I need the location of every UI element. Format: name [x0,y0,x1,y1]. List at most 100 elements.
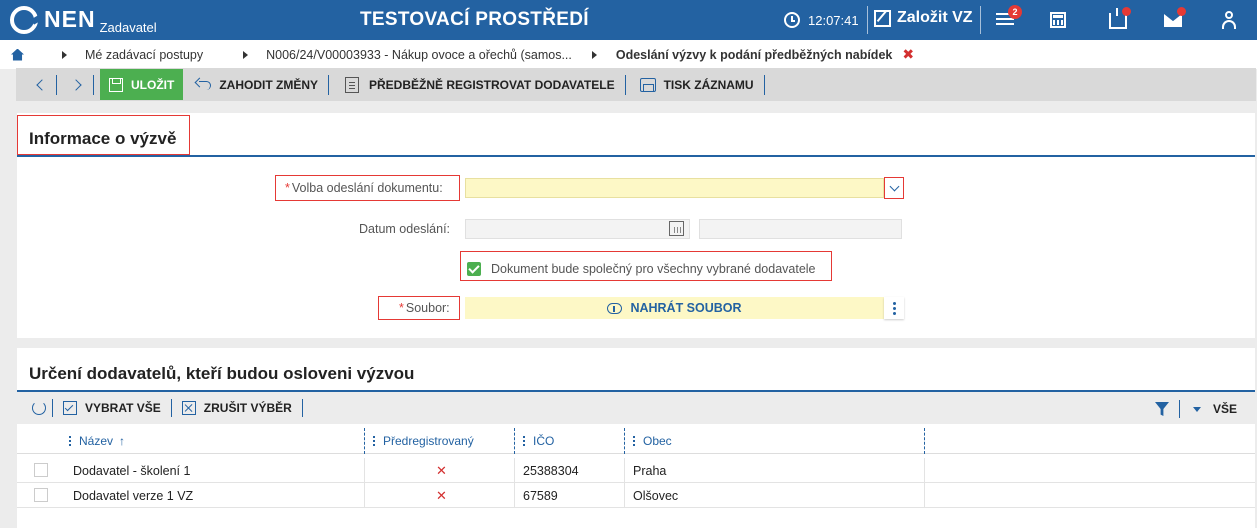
breadcrumb-item-procedures[interactable]: Mé zadávací postupy [85,48,203,62]
column-header-preregistered[interactable]: Předregistrovaný [373,428,474,454]
divider [867,6,868,34]
preregister-suppliers-button[interactable]: PŘEDBĚŽNĚ REGISTROVAT DODAVATELE [333,76,621,93]
chevron-down-icon [889,181,899,191]
cell-city: Praha [633,464,667,478]
breadcrumb: Mé zadávací postupy N006/24/V00003933 - … [0,40,1257,69]
back-button[interactable] [28,73,52,97]
suppliers-panel-title: Určení dodavatelů, kteří budou osloveni … [29,364,415,383]
column-header-city[interactable]: Obec [633,428,672,454]
divider [301,399,303,417]
view-all-button[interactable]: VŠE [1193,402,1237,416]
cell-city: Olšovec [633,489,679,503]
nen-logo[interactable]: NEN Zadavatel [10,6,157,35]
grid-header: Název ↑ Předregistrovaný IČO Obec [17,428,1255,454]
unselect-icon [181,401,196,415]
panel-divider [17,155,1255,157]
select-all-button[interactable]: VYBRAT VŠE [59,401,165,415]
print-label: TISK ZÁZNAMU [663,77,754,92]
cell-divider [514,458,515,483]
select-all-icon [63,401,77,415]
column-menu-icon[interactable] [373,435,375,447]
upload-file-button[interactable]: NAHRÁT SOUBOR [465,297,884,319]
environment-title: TESTOVACÍ PROSTŘEDÍ [360,9,589,30]
grid-toolbar: VYBRAT VŠE ZRUŠIT VÝBĚR VŠE [17,392,1255,424]
calculator-icon[interactable] [1047,10,1069,30]
action-toolbar: ULOŽIT ZAHODIT ZMĚNY PŘEDBĚŽNĚ REGISTROV… [16,68,1256,101]
not-preregistered-icon: ✕ [436,488,447,503]
chevron-left-icon [35,78,48,91]
file-label: * Soubor: [399,301,450,315]
calendar-icon[interactable] [669,221,684,236]
refresh-icon[interactable] [32,401,46,415]
info-panel: Informace o výzvě * Volba odeslání dokume… [17,113,1255,338]
create-tender-label: Založit VZ [897,9,973,26]
divider [93,74,94,95]
create-tender-button[interactable]: Založit VZ [874,9,973,27]
send-option-select[interactable] [465,178,884,198]
inbox-icon[interactable] [1107,7,1131,30]
date-input[interactable] [465,219,690,239]
shared-document-label: Dokument bude společný pro všechny vybra… [491,262,816,276]
printer-icon [639,77,656,92]
column-menu-icon[interactable] [523,435,525,447]
divider [1179,400,1180,418]
column-divider [514,428,515,454]
divider [52,399,53,417]
close-icon[interactable]: ✖ [902,46,914,63]
shared-document-checkbox[interactable] [467,262,481,276]
home-icon[interactable] [11,48,24,61]
caret-right-icon [62,50,67,59]
save-button[interactable]: ULOŽIT [100,69,184,100]
divider [763,74,765,95]
select-all-label: VYBRAT VŠE [85,401,161,415]
clock-time: 12:07:41 [808,12,859,28]
menu-icon[interactable]: 2 [996,5,1022,30]
mail-dot [1177,7,1186,16]
column-header-name[interactable]: Název ↑ [69,428,125,454]
column-header-ico[interactable]: IČO [523,428,554,454]
send-option-dropdown-button[interactable] [884,177,904,199]
edit-icon [874,9,891,27]
cell-divider [624,483,625,508]
cell-name: Dodavatel - školení 1 [73,464,191,478]
send-option-label: * Volba odeslání dokumentu: [285,181,443,195]
caret-down-icon [1193,406,1201,412]
cell-divider [364,483,365,508]
caret-right-icon [591,50,597,59]
time-input[interactable] [699,219,902,239]
forward-button[interactable] [65,73,89,97]
divider [328,74,329,95]
breadcrumb-item-tender[interactable]: N006/24/V00003933 - Nákup ovoce a ořechů… [266,48,572,62]
not-preregistered-icon: ✕ [436,463,447,478]
info-panel-title: Informace o výzvě [29,129,177,148]
row-checkbox[interactable] [34,488,48,502]
logo-subtitle: Zadavatel [99,20,157,35]
cloud-upload-icon [607,302,623,314]
inbox-dot [1122,7,1131,16]
mail-icon[interactable] [1162,7,1186,30]
unselect-button[interactable]: ZRUŠIT VÝBĚR [178,401,296,415]
chevron-right-icon [69,78,82,91]
view-all-label: VŠE [1213,402,1238,416]
upload-options-button[interactable] [884,297,904,319]
suppliers-panel: Určení dodavatelů, kteří budou osloveni … [17,348,1255,528]
notification-badge: 2 [1008,5,1022,19]
column-menu-icon[interactable] [69,435,71,447]
print-record-button[interactable]: TISK ZÁZNAMU [630,77,760,92]
filter-icon[interactable] [1155,402,1169,416]
row-checkbox[interactable] [34,463,48,477]
divider [170,399,172,417]
cell-divider [924,458,925,483]
table-row[interactable]: Dodavatel - školení 1 ✕ 25388304 Praha [17,458,1255,483]
column-menu-icon[interactable] [633,435,635,447]
column-divider [924,428,925,454]
user-icon[interactable] [1218,10,1240,30]
upload-label: NAHRÁT SOUBOR [630,301,742,315]
cell-divider [364,458,365,483]
discard-changes-button[interactable]: ZAHODIT ZMĚNY [189,78,324,92]
save-label: ULOŽIT [131,77,175,92]
table-row[interactable]: Dodavatel verze 1 VZ ✕ 67589 Olšovec [17,483,1255,508]
logo-icon [10,6,38,34]
caret-right-icon [243,50,249,59]
discard-label: ZAHODIT ZMĚNY [219,77,318,92]
